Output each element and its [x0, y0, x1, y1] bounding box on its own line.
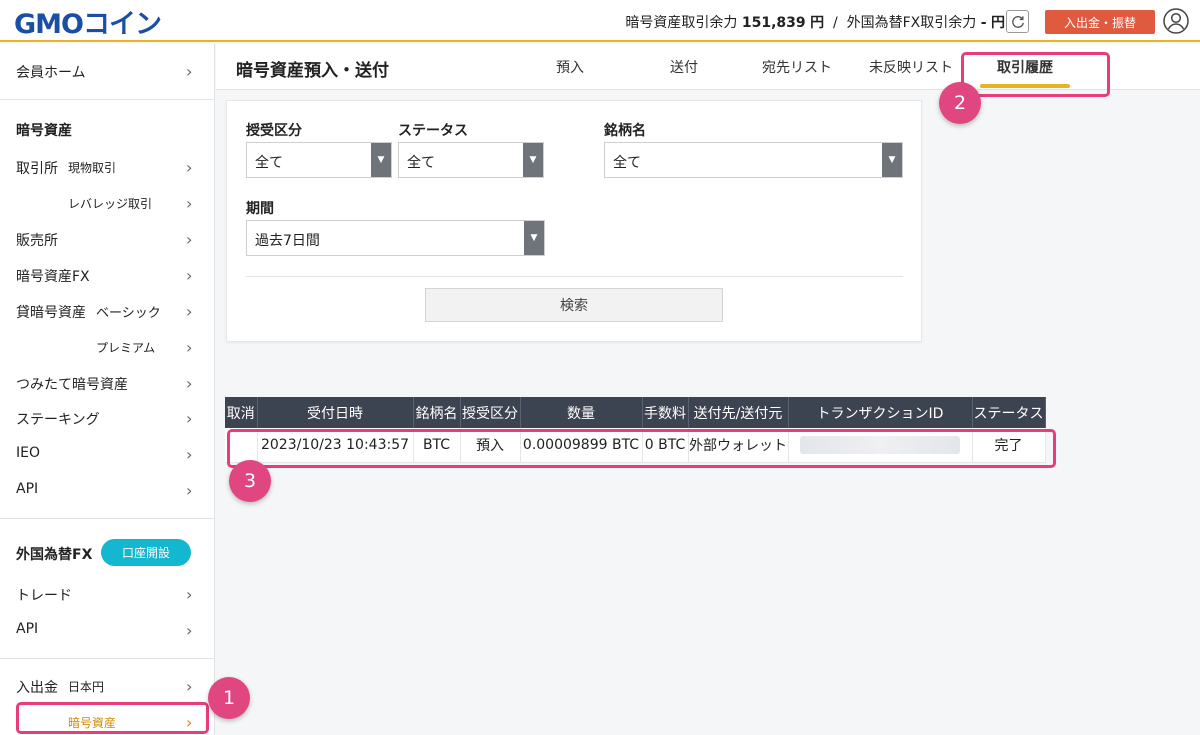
deposit-transfer-button[interactable]: 入出金・振替 — [1045, 10, 1155, 34]
sidebar-divider — [0, 518, 214, 519]
highlight-box-3 — [227, 429, 1056, 468]
sidebar-section-fx: 外国為替FX — [16, 547, 93, 563]
column-header-fee: 手数料 — [642, 397, 689, 428]
filter-divider — [246, 276, 903, 277]
search-button[interactable]: 検索 — [425, 288, 723, 322]
open-account-button[interactable]: 口座開設 — [101, 539, 191, 566]
dropdown-arrow-icon: ▼ — [523, 143, 543, 177]
status-filter-label: ステータス — [398, 123, 468, 139]
chevron-right-icon: › — [186, 302, 193, 321]
symbol-filter-select[interactable]: 全て ▼ — [604, 142, 903, 178]
highlight-box-2 — [961, 52, 1110, 97]
period-filter-label: 期間 — [246, 201, 274, 217]
tab-address-list[interactable]: 宛先リスト — [762, 57, 832, 77]
column-header-type: 授受区分 — [460, 397, 521, 428]
sidebar-section-crypto: 暗号資産 — [16, 123, 72, 139]
symbol-filter-label: 銘柄名 — [604, 123, 646, 139]
dropdown-arrow-icon: ▼ — [371, 143, 391, 177]
dropdown-arrow-icon: ▼ — [524, 221, 544, 255]
tab-deposit[interactable]: 預入 — [556, 57, 584, 77]
sidebar-divider — [0, 658, 214, 659]
column-header-cancel: 取消 — [225, 397, 258, 428]
tab-send[interactable]: 送付 — [670, 57, 698, 77]
chevron-right-icon: › — [186, 374, 193, 393]
chevron-right-icon: › — [186, 266, 193, 285]
chevron-right-icon: › — [186, 585, 193, 604]
tab-pending-list[interactable]: 未反映リスト — [869, 57, 953, 77]
crypto-balance-label: 暗号資産取引余力 — [625, 15, 738, 31]
chevron-right-icon: › — [186, 481, 193, 500]
dropdown-arrow-icon: ▼ — [882, 143, 902, 177]
gmo-coin-logo[interactable]: GMOコイン — [14, 5, 162, 40]
type-filter-select[interactable]: 全て ▼ — [246, 142, 392, 178]
sidebar-divider — [0, 99, 214, 100]
crypto-balance-unit: 円 — [810, 15, 825, 31]
step-badge-1: 1 — [208, 677, 250, 719]
chevron-right-icon: › — [186, 409, 193, 428]
app-header: GMOコイン 暗号資産取引余力 151,839 円 / 外国為替FX取引余力 -… — [0, 0, 1200, 42]
filter-panel: 授受区分 全て ▼ ステータス 全て ▼ 銘柄名 全て ▼ 期間 過去7日間 ▼… — [226, 100, 922, 342]
chevron-right-icon: › — [186, 194, 193, 213]
highlight-box-1 — [16, 702, 209, 734]
step-badge-2: 2 — [939, 82, 981, 124]
column-header-symbol: 銘柄名 — [413, 397, 461, 428]
refresh-button[interactable] — [1006, 10, 1029, 33]
chevron-right-icon: › — [186, 621, 193, 640]
column-header-datetime: 受付日時 — [257, 397, 414, 428]
refresh-icon — [1011, 15, 1024, 28]
chevron-right-icon: › — [186, 230, 193, 249]
column-header-status: ステータス — [972, 397, 1046, 428]
fx-balance-unit: 円 — [991, 15, 1005, 31]
chevron-right-icon: › — [186, 677, 193, 696]
chevron-right-icon: › — [186, 338, 193, 357]
balance-summary: 暗号資産取引余力 151,839 円 / 外国為替FX取引余力 - 円 — [625, 12, 1005, 32]
sidebar-nav: 会員ホーム › 暗号資産 取引所 現物取引 › レバレッジ取引 › 販売所 › … — [0, 44, 215, 735]
balance-separator: / — [833, 15, 838, 31]
column-header-counterparty: 送付先/送付元 — [688, 397, 789, 428]
table-header-row: 取消 受付日時 銘柄名 授受区分 数量 手数料 送付先/送付元 トランザクション… — [225, 397, 1046, 428]
column-header-txid: トランザクションID — [788, 397, 973, 428]
user-account-icon[interactable] — [1163, 8, 1189, 34]
page-title: 暗号資産預入・送付 — [236, 61, 389, 81]
period-filter-select[interactable]: 過去7日間 ▼ — [246, 220, 545, 256]
chevron-right-icon: › — [186, 62, 193, 81]
step-badge-3: 3 — [229, 460, 271, 502]
fx-balance-value: - — [980, 15, 987, 31]
column-header-quantity: 数量 — [520, 397, 643, 428]
status-filter-select[interactable]: 全て ▼ — [398, 142, 544, 178]
type-filter-label: 授受区分 — [246, 123, 302, 139]
chevron-right-icon: › — [186, 158, 193, 177]
crypto-balance-value: 151,839 — [741, 15, 806, 31]
fx-balance-label: 外国為替FX取引余力 — [846, 15, 977, 31]
chevron-right-icon: › — [186, 445, 193, 464]
